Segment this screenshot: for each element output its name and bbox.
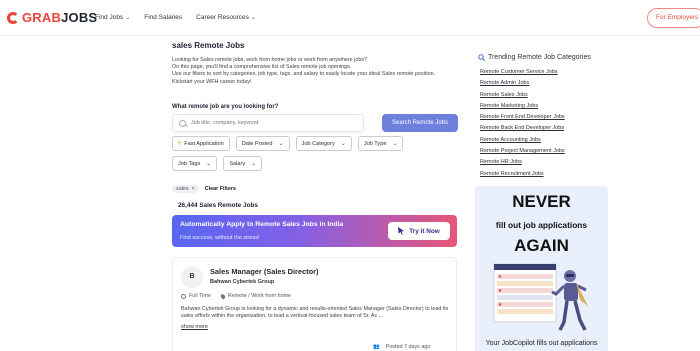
banner-title: Automatically Apply to Remote Sales Jobs… bbox=[180, 221, 344, 228]
filter-label: Job Tags bbox=[178, 160, 201, 167]
top-navbar: GRABJOBS Find Jobs ⌄ Find Salaries Career… bbox=[0, 0, 700, 36]
intro-line: Kickstart your WFH career today! bbox=[172, 78, 252, 85]
logo-mark-icon bbox=[7, 11, 19, 24]
intro-line: Use our filters to sort by categories, j… bbox=[172, 71, 436, 78]
chevron-down-icon: ⌄ bbox=[340, 141, 346, 147]
nav-career-resources-label: Career Resources bbox=[196, 14, 249, 21]
filter-job-tags[interactable]: Job Tags ⌄ bbox=[172, 156, 218, 171]
nav-career-resources[interactable]: Career Resources ⌄ bbox=[196, 14, 256, 21]
grabjobs-logo[interactable]: GRABJOBS bbox=[7, 10, 97, 25]
filter-date-posted[interactable]: Date Posted ⌄ bbox=[235, 136, 290, 151]
category-link[interactable]: Remote Admin Jobs bbox=[480, 78, 565, 89]
job-type-label: Full Time bbox=[189, 293, 211, 299]
clear-filters-link[interactable]: Clear Filters bbox=[205, 186, 236, 192]
filter-label: Fast Application bbox=[184, 140, 224, 147]
cursor-icon bbox=[398, 227, 405, 235]
trending-title-text: Trending Remote Job Categories bbox=[488, 54, 591, 61]
posted-date: Posted 7 days ago bbox=[385, 344, 431, 350]
job-posted: 👥 Posted 7 days ago bbox=[373, 344, 430, 350]
job-meta: Full Time Remote / Work from home bbox=[181, 292, 291, 300]
logo-text-grab: GRAB bbox=[22, 10, 62, 25]
search-label: What remote job are you looking for? bbox=[172, 104, 279, 110]
filter-job-type[interactable]: Job Type ⌄ bbox=[357, 136, 404, 151]
filter-fast-application[interactable]: ϟ Fast Application bbox=[172, 136, 230, 151]
active-tag-label: sales bbox=[176, 186, 189, 192]
category-link[interactable]: Remote Accounting Jobs bbox=[480, 135, 565, 146]
trending-categories-title: Trending Remote Job Categories bbox=[478, 54, 591, 61]
category-link[interactable]: Remote Sales Jobs bbox=[480, 90, 565, 101]
banner-subtitle: Find success, without the stress! bbox=[180, 235, 260, 241]
chevron-down-icon: ⌄ bbox=[125, 15, 131, 21]
clock-icon bbox=[181, 293, 186, 299]
search-box bbox=[172, 114, 364, 132]
job-title[interactable]: Sales Manager (Sales Director) bbox=[210, 267, 318, 276]
main-nav: Find Jobs ⌄ Find Salaries Career Resource… bbox=[95, 14, 256, 21]
filter-label: Date Posted bbox=[241, 140, 273, 147]
filter-bar: ϟ Fast Application Date Posted ⌄ Job Categ… bbox=[172, 136, 442, 171]
chevron-down-icon: ⌄ bbox=[251, 161, 257, 167]
location-pin-icon bbox=[219, 292, 227, 300]
remove-tag-icon[interactable]: × bbox=[192, 186, 195, 192]
filter-salary[interactable]: Salary ⌄ bbox=[223, 156, 263, 171]
trending-categories-list: Remote Customer Service Jobs Remote Admi… bbox=[480, 67, 565, 180]
chevron-down-icon: ⌄ bbox=[250, 15, 256, 21]
try-it-now-label: Try it Now bbox=[409, 227, 440, 235]
job-location-label: Remote / Work from home bbox=[227, 293, 291, 299]
intro-line: On this page, you'll find a comprehensiv… bbox=[172, 64, 352, 71]
active-tag-sales[interactable]: sales × bbox=[172, 185, 199, 193]
search-input[interactable] bbox=[191, 120, 351, 126]
category-link[interactable]: Remote Recruitment Jobs bbox=[480, 169, 565, 180]
job-location: Remote / Work from home bbox=[219, 292, 291, 300]
filter-job-category[interactable]: Job Category ⌄ bbox=[295, 136, 352, 151]
logo-text: GRABJOBS bbox=[22, 10, 97, 25]
search-icon bbox=[179, 119, 186, 127]
promo-headline-middle: fill out job applications bbox=[495, 220, 588, 230]
category-link[interactable]: Remote Customer Service Jobs bbox=[480, 67, 565, 78]
category-link[interactable]: Remote Back End Developer Jobs bbox=[480, 123, 565, 134]
promo-headline-never: NEVER bbox=[512, 192, 571, 211]
filter-label: Job Type bbox=[363, 140, 387, 147]
active-filters: sales × Clear Filters bbox=[172, 185, 236, 193]
nav-find-salaries[interactable]: Find Salaries bbox=[144, 14, 182, 21]
search-icon bbox=[478, 54, 485, 61]
search-remote-jobs-button[interactable]: Search Remote Jobs bbox=[382, 114, 458, 132]
job-description: Bahwan Cybertek Group is looking for a d… bbox=[181, 306, 449, 320]
category-link[interactable]: Remote Front End Developer Jobs bbox=[480, 112, 565, 123]
chevron-down-icon: ⌄ bbox=[278, 141, 284, 147]
results-count: 26,444 Sales Remote Jobs bbox=[178, 202, 258, 209]
bolt-icon: ϟ bbox=[178, 140, 182, 147]
promo-headline-again: AGAIN bbox=[514, 236, 569, 255]
try-it-now-button[interactable]: Try it Now bbox=[388, 222, 450, 240]
company-logo: B bbox=[181, 266, 203, 288]
chevron-down-icon: ⌄ bbox=[392, 141, 398, 147]
filter-label: Job Category bbox=[301, 140, 335, 147]
intro-text: Looking for Sales remote jobs, work from… bbox=[172, 57, 472, 86]
promo-footer: Your JobCopilot fills out applications bbox=[485, 340, 598, 347]
show-more-link[interactable]: show more bbox=[181, 324, 208, 330]
nav-find-jobs[interactable]: Find Jobs ⌄ bbox=[95, 14, 130, 21]
intro-line: Looking for Sales remote jobs, work from… bbox=[172, 57, 368, 63]
for-employers-button[interactable]: For Employers bbox=[647, 8, 700, 28]
auto-apply-banner: Automatically Apply to Remote Sales Jobs… bbox=[172, 215, 457, 247]
job-type: Full Time bbox=[181, 293, 211, 299]
robot-illustration bbox=[493, 263, 588, 331]
job-card[interactable]: B Sales Manager (Sales Director) Bahwan … bbox=[172, 257, 457, 351]
nav-find-salaries-label: Find Salaries bbox=[144, 14, 183, 21]
jobcopilot-promo[interactable]: NEVER fill out job applications AGAIN Yo… bbox=[475, 186, 608, 351]
filter-label: Salary bbox=[229, 160, 246, 167]
page-title: sales Remote Jobs bbox=[172, 41, 245, 50]
company-name: Bahwan Cybertek Group bbox=[210, 279, 275, 285]
logo-text-jobs: JOBS bbox=[61, 10, 98, 25]
category-link[interactable]: Remote Project Management Jobs bbox=[480, 146, 565, 157]
applicants-icon: 👥 bbox=[373, 344, 380, 350]
chevron-down-icon: ⌄ bbox=[206, 161, 212, 167]
category-link[interactable]: Remote HR Jobs bbox=[480, 157, 565, 168]
category-link[interactable]: Remote Marketing Jobs bbox=[480, 101, 565, 112]
nav-find-jobs-label: Find Jobs bbox=[95, 14, 124, 21]
